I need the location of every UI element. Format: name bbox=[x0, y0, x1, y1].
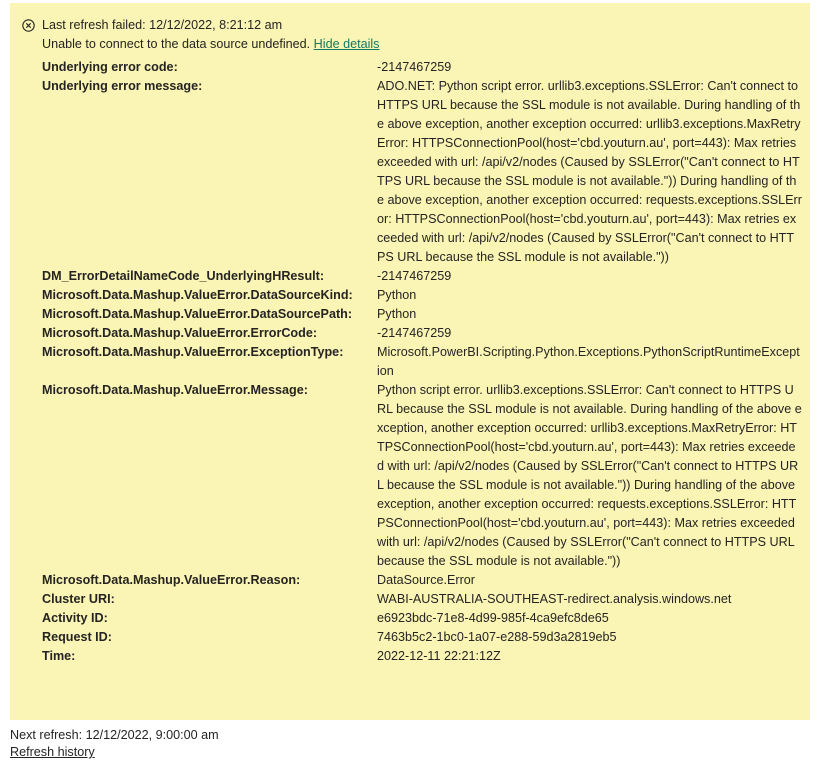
detail-key: Microsoft.Data.Mashup.ValueError.ErrorCo… bbox=[42, 326, 318, 340]
detail-value: -2147467259 bbox=[377, 326, 452, 340]
error-title: Last refresh failed: 12/12/2022, 8:21:12… bbox=[42, 18, 283, 32]
detail-key: Microsoft.Data.Mashup.ValueError.Message… bbox=[42, 383, 308, 397]
detail-row: Cluster URI: WABI-AUSTRALIA-SOUTHEAST-red… bbox=[42, 590, 802, 609]
refresh-history-link[interactable]: Refresh history bbox=[10, 745, 95, 759]
detail-value: Python script error. urllib3.exceptions.… bbox=[377, 383, 802, 568]
error-header: Last refresh failed: 12/12/2022, 8:21:12… bbox=[22, 16, 282, 34]
detail-value: Python bbox=[377, 307, 417, 321]
detail-key: DM_ErrorDetailNameCode_UnderlyingHResult… bbox=[42, 269, 325, 283]
error-circle-icon bbox=[22, 18, 35, 32]
detail-row: Microsoft.Data.Mashup.ValueError.Excepti… bbox=[42, 343, 802, 381]
refresh-error-panel: Last refresh failed: 12/12/2022, 8:21:12… bbox=[10, 3, 810, 720]
detail-key: Request ID: bbox=[42, 630, 112, 644]
detail-row: Activity ID: e6923bdc-71e8-4d99-985f-4ca9… bbox=[42, 609, 802, 628]
detail-row: Microsoft.Data.Mashup.ValueError.DataSou… bbox=[42, 305, 802, 324]
error-message: Unable to connect to the data source und… bbox=[42, 37, 311, 51]
hide-details-link[interactable]: Hide details bbox=[314, 37, 380, 51]
next-refresh-text: Next refresh: 12/12/2022, 9:00:00 am bbox=[10, 728, 219, 742]
detail-value: ADO.NET: Python script error. urllib3.ex… bbox=[377, 79, 802, 264]
detail-key: Underlying error code: bbox=[42, 60, 178, 74]
detail-key: Cluster URI: bbox=[42, 592, 115, 606]
detail-value: WABI-AUSTRALIA-SOUTHEAST-redirect.analys… bbox=[377, 592, 732, 606]
detail-value: DataSource.Error bbox=[377, 573, 475, 587]
detail-value: 2022-12-11 22:21:12Z bbox=[377, 649, 501, 663]
detail-value: e6923bdc-71e8-4d99-985f-4ca9efc8de65 bbox=[377, 611, 609, 625]
detail-key: Microsoft.Data.Mashup.ValueError.Reason: bbox=[42, 573, 301, 587]
detail-row: Underlying error code: -2147467259 bbox=[42, 58, 802, 77]
detail-value: 7463b5c2-1bc0-1a07-e288-59d3a2819eb5 bbox=[377, 630, 617, 644]
detail-row: Request ID: 7463b5c2-1bc0-1a07-e288-59d3a… bbox=[42, 628, 802, 647]
detail-key: Microsoft.Data.Mashup.ValueError.DataSou… bbox=[42, 288, 353, 302]
detail-key: Microsoft.Data.Mashup.ValueError.DataSou… bbox=[42, 307, 353, 321]
error-message-row: Unable to connect to the data source und… bbox=[42, 35, 379, 53]
detail-row: Microsoft.Data.Mashup.ValueError.DataSou… bbox=[42, 286, 802, 305]
detail-row: Underlying error message: ADO.NET: Python… bbox=[42, 77, 802, 267]
detail-row: Time: 2022-12-11 22:21:12Z bbox=[42, 647, 802, 666]
detail-key: Activity ID: bbox=[42, 611, 108, 625]
detail-value: Microsoft.PowerBI.Scripting.Python.Excep… bbox=[377, 345, 800, 378]
detail-key: Time: bbox=[42, 649, 76, 663]
detail-row: Microsoft.Data.Mashup.ValueError.ErrorCo… bbox=[42, 324, 802, 343]
detail-key: Microsoft.Data.Mashup.ValueError.Excepti… bbox=[42, 345, 344, 359]
detail-key: Underlying error message: bbox=[42, 79, 203, 93]
detail-row: Microsoft.Data.Mashup.ValueError.Message… bbox=[42, 381, 802, 571]
detail-value: Python bbox=[377, 288, 417, 302]
detail-row: Microsoft.Data.Mashup.ValueError.Reason:… bbox=[42, 571, 802, 590]
detail-value: -2147467259 bbox=[377, 60, 452, 74]
error-details-table: Underlying error code: -2147467259 Underly… bbox=[42, 58, 802, 666]
detail-row: DM_ErrorDetailNameCode_UnderlyingHResult… bbox=[42, 267, 802, 286]
detail-value: -2147467259 bbox=[377, 269, 452, 283]
